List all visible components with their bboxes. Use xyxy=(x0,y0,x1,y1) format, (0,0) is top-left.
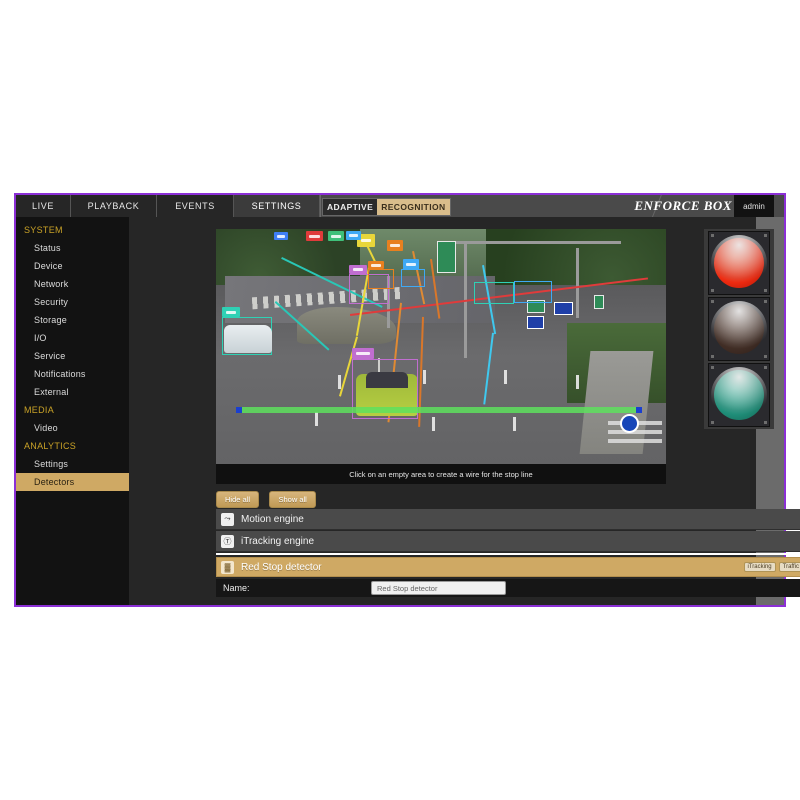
tab-events[interactable]: EVENTS xyxy=(157,195,234,217)
sidebar-item-status[interactable]: Status xyxy=(16,239,129,257)
camera-view[interactable] xyxy=(216,229,666,464)
chip-white-suv xyxy=(222,307,240,317)
green-lamp[interactable] xyxy=(708,363,770,427)
enforce-box-window: LIVE PLAYBACK EVENTS SETTINGS ADAPTIVE R… xyxy=(14,193,800,607)
engine-row-motion[interactable]: ⤳ Motion engine xyxy=(216,509,800,530)
adaptive-recognition-logo: ADAPTIVE RECOGNITION xyxy=(322,198,451,216)
hide-all-button[interactable]: Hide all xyxy=(216,491,260,508)
visibility-button-row: Hide all Show all xyxy=(216,489,322,508)
detector-label: Red Stop detector xyxy=(241,561,322,573)
scene-sign-pedestrian xyxy=(594,294,604,309)
motion-engine-label: Motion engine xyxy=(241,513,304,525)
tab-settings-label: SETTINGS xyxy=(251,201,302,211)
red-lamp[interactable] xyxy=(708,231,770,295)
logo-recognition: RECOGNITION xyxy=(377,199,450,215)
green-lamp-visor xyxy=(711,367,767,423)
tracking-icon: Ⓣ xyxy=(221,534,234,548)
badge-itracking: iTracking xyxy=(743,562,776,572)
chip-orange-vehicle xyxy=(387,240,403,251)
sidebar-item-network[interactable]: Network xyxy=(16,275,129,293)
red-lamp-visor xyxy=(711,235,767,291)
sidebar-item-security[interactable]: Security xyxy=(16,293,129,311)
amber-lamp[interactable] xyxy=(708,297,770,361)
tab-events-label: EVENTS xyxy=(175,201,215,211)
chip-blue-van xyxy=(274,232,288,240)
user-name: admin xyxy=(743,201,765,211)
tab-playback[interactable]: PLAYBACK xyxy=(71,195,157,217)
itracking-engine-label: iTracking engine xyxy=(241,535,315,547)
tab-live-label: LIVE xyxy=(32,201,54,211)
bbox-dark-sedan[interactable] xyxy=(368,269,394,289)
lane-dash-1 xyxy=(337,374,341,389)
chip-dark-sedan xyxy=(368,261,384,269)
sidebar: SYSTEM Status Device Network Security St… xyxy=(16,217,129,605)
traffic-light-icon: ▓ xyxy=(221,560,234,574)
lane-dash-4 xyxy=(432,417,435,431)
logo-adaptive: ADAPTIVE xyxy=(323,199,378,215)
scene-white-suv xyxy=(224,325,272,353)
sidebar-item-notifications[interactable]: Notifications xyxy=(16,365,129,383)
top-tab-bar: LIVE PLAYBACK EVENTS SETTINGS ADAPTIVE R… xyxy=(16,195,784,217)
sidebar-item-detectors[interactable]: Detectors xyxy=(16,473,129,491)
traffic-light-panel xyxy=(704,229,774,429)
lane-dash-7 xyxy=(576,374,579,389)
bbox-silver-car[interactable] xyxy=(401,269,425,287)
scene-gantry xyxy=(441,240,621,244)
sidebar-item-storage[interactable]: Storage xyxy=(16,311,129,329)
video-hint: Click on an empty area to create a wire … xyxy=(216,464,666,484)
bbox-blue-car-right[interactable] xyxy=(514,281,552,303)
show-all-button[interactable]: Show all xyxy=(269,491,316,508)
sidebar-group-system: SYSTEM xyxy=(24,225,63,235)
detector-badges: iTracking Traffic xyxy=(743,562,800,572)
sidebar-item-io[interactable]: I/O xyxy=(16,329,129,347)
section-divider xyxy=(216,553,800,555)
chip-blue-car xyxy=(346,231,361,240)
motion-icon: ⤳ xyxy=(221,512,234,526)
product-title: ENFORCE BOX xyxy=(634,198,732,213)
brand-area: ADAPTIVE RECOGNITION ENFORCE BOX admin xyxy=(320,195,784,217)
name-input[interactable]: Red Stop detector xyxy=(371,581,506,595)
badge-traffic: Traffic xyxy=(778,562,800,572)
tab-settings[interactable]: SETTINGS xyxy=(234,195,320,217)
sidebar-item-settings[interactable]: Settings xyxy=(16,455,129,473)
detector-name-row: Name: Red Stop detector xyxy=(216,579,800,597)
name-label: Name: xyxy=(223,583,250,593)
lane-dash-2 xyxy=(315,412,318,427)
detector-row-red-stop[interactable]: ▓ Red Stop detector iTracking Traffic xyxy=(216,557,800,577)
sidebar-group-media: MEDIA xyxy=(24,405,55,415)
sidebar-item-external[interactable]: External xyxy=(16,383,129,401)
user-menu[interactable]: admin xyxy=(734,195,774,217)
bbox-teal-car-right[interactable] xyxy=(474,282,514,304)
tab-playback-label: PLAYBACK xyxy=(87,201,140,211)
scene-sign-blue-bike xyxy=(526,315,544,329)
engine-row-itracking[interactable]: Ⓣ iTracking engine xyxy=(216,531,800,552)
sidebar-item-service[interactable]: Service xyxy=(16,347,129,365)
sidebar-item-device[interactable]: Device xyxy=(16,257,129,275)
scene-sign-blue-arrow xyxy=(553,301,573,315)
video-panel: Click on an empty area to create a wire … xyxy=(216,229,666,484)
sidebar-group-analytics: ANALYTICS xyxy=(24,441,77,451)
lane-dash-6 xyxy=(513,417,516,431)
stop-line-handle-left[interactable] xyxy=(236,407,242,413)
scene-sign-green-board xyxy=(436,240,456,273)
chip-foreground-sportscar xyxy=(352,348,374,359)
app-body: SYSTEM Status Device Network Security St… xyxy=(16,217,800,605)
stop-line[interactable] xyxy=(238,407,640,413)
tab-live[interactable]: LIVE xyxy=(16,195,71,217)
content-area: Click on an empty area to create a wire … xyxy=(129,217,800,605)
lane-dash-3 xyxy=(423,370,426,384)
scene-pole-2 xyxy=(576,247,579,319)
chip-green-sportscar xyxy=(349,265,367,274)
stop-line-handle-right[interactable] xyxy=(636,407,642,413)
amber-lamp-visor xyxy=(711,301,767,357)
lane-dash-5 xyxy=(504,370,507,384)
sidebar-item-video[interactable]: Video xyxy=(16,419,129,437)
chip-red-truck xyxy=(306,231,323,241)
chip-green-car xyxy=(328,231,344,241)
